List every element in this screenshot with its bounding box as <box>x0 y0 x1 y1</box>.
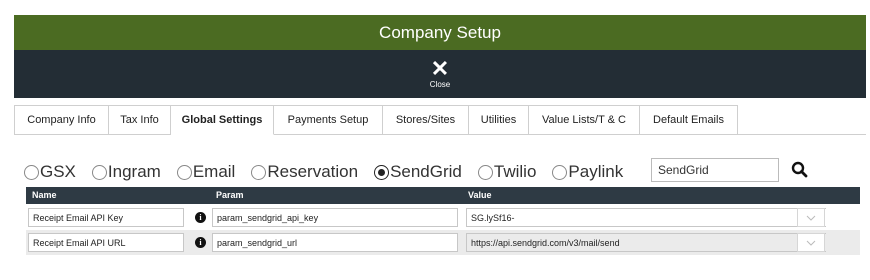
column-header-param: Param <box>216 190 244 200</box>
tab-payments-setup[interactable]: Payments Setup <box>274 105 383 135</box>
radio-label: Reservation <box>267 162 359 181</box>
radio-button-icon[interactable] <box>91 164 107 180</box>
integration-radio-group: GSX Ingram Email Reservation SendGrid Tw… <box>24 159 639 185</box>
radio-label: GSX <box>40 162 76 181</box>
name-field[interactable]: Receipt Email API URL <box>28 233 184 252</box>
window-title-bar: Company Setup <box>14 15 866 50</box>
column-header-value: Value <box>468 190 492 200</box>
column-header-name: Name <box>32 190 57 200</box>
chevron-down-icon[interactable] <box>806 240 816 246</box>
info-icon[interactable]: i <box>195 212 206 223</box>
tab-global-settings[interactable]: Global Settings <box>171 105 274 135</box>
radio-label: SendGrid <box>390 162 462 181</box>
value-field[interactable]: SG.lySf16- <box>466 208 826 227</box>
info-icon[interactable]: i <box>195 237 206 248</box>
radio-button-icon[interactable] <box>477 164 493 180</box>
table-header: Name Param Value <box>26 187 860 204</box>
tab-tax-info[interactable]: Tax Info <box>109 105 171 135</box>
radio-button-icon[interactable] <box>24 164 39 180</box>
radio-button-icon[interactable] <box>251 164 267 180</box>
radio-sendgrid[interactable]: SendGrid <box>374 162 462 182</box>
radio-button-icon[interactable] <box>374 164 390 180</box>
table-row: Receipt Email API URL i param_sendgrid_u… <box>26 230 860 255</box>
radio-reservation[interactable]: Reservation <box>251 162 358 182</box>
search-input[interactable] <box>651 158 779 182</box>
value-field[interactable]: https://api.sendgrid.com/v3/mail/send <box>466 233 826 252</box>
radio-label: Ingram <box>107 162 161 181</box>
radio-gsx[interactable]: GSX <box>24 162 76 182</box>
chevron-down-icon[interactable] <box>806 215 816 221</box>
value-dropdown[interactable] <box>797 233 825 252</box>
tab-utilities[interactable]: Utilities <box>469 105 529 135</box>
radio-label: Paylink <box>568 162 624 181</box>
radio-label: Twilio <box>493 162 537 181</box>
tab-bar: Company Info Tax Info Global Settings Pa… <box>14 105 738 135</box>
radio-button-icon[interactable] <box>552 164 568 180</box>
value-dropdown[interactable] <box>797 208 825 227</box>
name-field[interactable]: Receipt Email API Key <box>28 208 184 227</box>
radio-ingram[interactable]: Ingram <box>91 162 161 182</box>
window-title: Company Setup <box>379 22 501 42</box>
search-icon[interactable] <box>790 160 810 180</box>
tab-value-lists[interactable]: Value Lists/T & C <box>529 105 640 135</box>
table-row: Receipt Email API Key i param_sendgrid_a… <box>26 205 860 230</box>
tab-company-info[interactable]: Company Info <box>14 105 109 135</box>
close-label: Close <box>429 79 451 89</box>
radio-paylink[interactable]: Paylink <box>552 162 623 182</box>
close-icon[interactable]: ✕ <box>431 57 449 79</box>
tab-stores-sites[interactable]: Stores/Sites <box>383 105 469 135</box>
close-button[interactable]: ✕ Close <box>14 50 866 98</box>
param-field[interactable]: param_sendgrid_api_key <box>212 208 458 227</box>
radio-label: Email <box>192 162 236 181</box>
radio-email[interactable]: Email <box>176 162 236 182</box>
tab-divider <box>738 134 866 135</box>
param-field[interactable]: param_sendgrid_url <box>212 233 458 252</box>
radio-button-icon[interactable] <box>176 164 192 180</box>
radio-twilio[interactable]: Twilio <box>477 162 537 182</box>
tab-default-emails[interactable]: Default Emails <box>640 105 738 135</box>
